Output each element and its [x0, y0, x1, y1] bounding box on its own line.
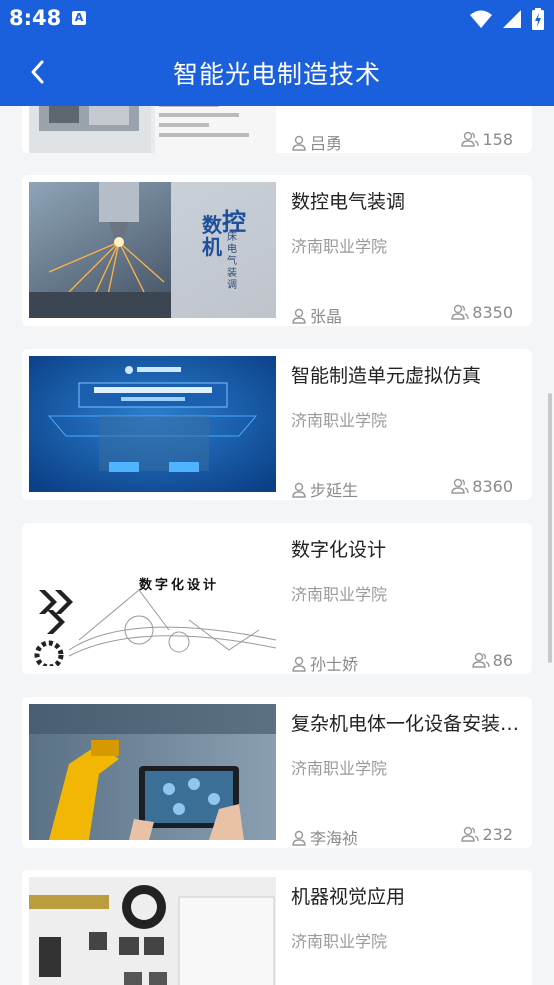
- count-label: 158: [482, 130, 513, 149]
- notification-icon: A: [72, 11, 86, 25]
- teacher-name: 张晶: [291, 303, 342, 326]
- teacher-label: 吕勇: [310, 134, 343, 153]
- teacher-label: 孙士娇: [310, 655, 359, 674]
- thumb-text-left: 数机: [202, 213, 222, 259]
- person-icon: [292, 482, 306, 498]
- status-icons: [464, 8, 544, 30]
- school-name: 济南职业学院: [291, 237, 388, 256]
- battery-icon: [532, 8, 544, 30]
- users-icon: [451, 304, 469, 320]
- teacher-name: 李海祯: [291, 825, 358, 848]
- course-title: 智能制造单元虚拟仿真: [291, 365, 482, 387]
- school-name: 济南职业学院: [291, 411, 388, 430]
- status-bar: 8:48 A: [0, 0, 554, 38]
- count-label: 86: [492, 651, 513, 670]
- users-icon: [451, 478, 469, 494]
- scrollbar[interactable]: [548, 393, 552, 663]
- school-name: 济南职业学院: [291, 759, 388, 778]
- learner-count: 158: [461, 130, 513, 149]
- teacher-label: 步延生: [310, 481, 359, 500]
- course-thumbnail: [29, 106, 276, 153]
- course-card[interactable]: 机器视觉应用 济南职业学院: [22, 870, 532, 985]
- person-icon: [292, 830, 306, 846]
- course-title: 复杂机电体一化设备安装与调试: [291, 713, 521, 735]
- teacher-name: 孙士娇: [291, 651, 358, 674]
- users-icon: [461, 826, 480, 842]
- teacher-label: 张晶: [310, 307, 343, 326]
- thumb-text-small: 床电气装调: [227, 232, 237, 291]
- app-header: 智能光电制造技术: [0, 38, 554, 106]
- course-card[interactable]: 吕勇 158: [22, 106, 532, 153]
- users-icon: [471, 652, 490, 668]
- course-title: 数控电气装调: [291, 191, 406, 213]
- course-title: 机器视觉应用: [291, 886, 406, 908]
- teacher-name: 吕勇: [291, 130, 342, 153]
- signal-icon: [502, 10, 521, 28]
- teacher-label: 李海祯: [310, 829, 359, 848]
- count-label: 232: [482, 825, 513, 844]
- person-icon: [292, 656, 306, 672]
- learner-count: 232: [461, 825, 513, 844]
- users-icon: [461, 131, 480, 147]
- course-card[interactable]: 智能制造单元虚拟仿真 济南职业学院 步延生 8360: [22, 349, 532, 500]
- course-card[interactable]: 数字化设计 数字化设计 济南职业学院 孙士娇 86: [22, 523, 532, 674]
- person-icon: [292, 135, 306, 151]
- person-icon: [292, 308, 306, 324]
- course-title: 数字化设计: [291, 539, 387, 561]
- wifi-icon: [469, 10, 492, 28]
- status-time: 8:48: [9, 6, 62, 30]
- course-thumbnail: [29, 877, 276, 985]
- course-thumbnail: [29, 356, 276, 492]
- course-thumbnail: 控 数机 床电气装调: [29, 182, 276, 318]
- learner-count: 86: [471, 651, 513, 670]
- course-thumbnail: [29, 704, 276, 840]
- thumb-caption: 数字化设计: [139, 578, 220, 593]
- course-list[interactable]: 吕勇 158 控 数机 床电气装调 数控电气装调 济南职业学院 张晶 8350 …: [0, 106, 554, 985]
- teacher-name: 步延生: [291, 477, 358, 500]
- school-name: 济南职业学院: [291, 932, 388, 951]
- learner-count: 8350: [451, 303, 513, 322]
- count-label: 8360: [472, 477, 513, 496]
- count-label: 8350: [472, 303, 513, 322]
- page-title: 智能光电制造技术: [172, 60, 381, 89]
- course-thumbnail: 数字化设计: [29, 530, 276, 666]
- school-name: 济南职业学院: [291, 585, 388, 604]
- learner-count: 8360: [451, 477, 513, 496]
- course-card[interactable]: 复杂机电体一化设备安装与调试 济南职业学院 李海祯 232: [22, 697, 532, 848]
- course-card[interactable]: 控 数机 床电气装调 数控电气装调 济南职业学院 张晶 8350: [22, 175, 532, 326]
